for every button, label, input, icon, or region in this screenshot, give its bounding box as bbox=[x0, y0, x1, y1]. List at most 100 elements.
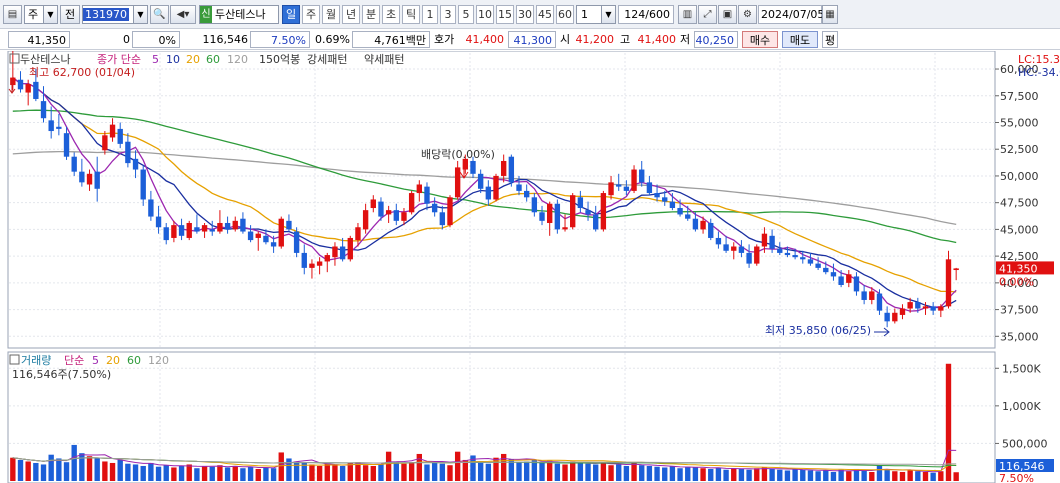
candle-body[interactable] bbox=[616, 184, 622, 187]
volume-bar[interactable] bbox=[132, 464, 139, 481]
volume-bar[interactable] bbox=[48, 454, 54, 481]
candle-body[interactable] bbox=[178, 225, 185, 236]
candle-body[interactable] bbox=[201, 225, 208, 232]
volume-bar[interactable] bbox=[117, 459, 123, 481]
minute-30[interactable]: 30 bbox=[516, 5, 534, 24]
candle-body[interactable] bbox=[454, 167, 461, 198]
volume-bar[interactable] bbox=[846, 471, 852, 481]
volume-bar[interactable] bbox=[715, 467, 722, 481]
candle-body[interactable] bbox=[362, 210, 369, 230]
chevron-down-icon[interactable]: ▼ bbox=[133, 6, 147, 23]
volume-bar[interactable] bbox=[94, 458, 100, 481]
volume-bar[interactable] bbox=[309, 464, 315, 481]
period-dropdown[interactable]: 주 ▼ bbox=[24, 5, 58, 24]
candle-body[interactable] bbox=[171, 225, 177, 238]
speaker-icon[interactable]: ◀▾ bbox=[170, 5, 196, 24]
candle-body[interactable] bbox=[424, 186, 430, 204]
volume-bar[interactable] bbox=[378, 464, 384, 481]
volume-bar[interactable] bbox=[953, 472, 959, 481]
interval-day[interactable]: 일 bbox=[282, 5, 300, 24]
volume-bar[interactable] bbox=[823, 470, 829, 481]
candle-body[interactable] bbox=[324, 255, 330, 262]
candle-body[interactable] bbox=[439, 212, 446, 226]
candle-body[interactable] bbox=[316, 261, 323, 266]
candle-body[interactable] bbox=[945, 259, 952, 307]
candle-body[interactable] bbox=[807, 259, 814, 264]
volume-bar[interactable] bbox=[71, 444, 77, 481]
unit-dropdown[interactable]: 1 ▼ bbox=[576, 5, 616, 24]
volume-bar[interactable] bbox=[708, 468, 714, 481]
legend-bear-pattern[interactable]: 약세패턴 bbox=[364, 52, 404, 66]
candle-body[interactable] bbox=[623, 186, 630, 191]
volume-bar[interactable] bbox=[899, 471, 906, 481]
volume-bar[interactable] bbox=[63, 462, 70, 481]
candle-body[interactable] bbox=[554, 203, 561, 230]
volume-bar[interactable] bbox=[523, 461, 530, 481]
candle-body[interactable] bbox=[209, 229, 215, 232]
candle-body[interactable] bbox=[40, 101, 47, 119]
volume-bar[interactable] bbox=[447, 465, 453, 481]
volume-bar[interactable] bbox=[654, 466, 660, 481]
volume-bar[interactable] bbox=[585, 463, 591, 481]
candle-type-icon[interactable]: ▥ bbox=[678, 5, 697, 24]
ma-legend-5[interactable]: 5 bbox=[152, 53, 159, 66]
candle-body[interactable] bbox=[493, 175, 499, 200]
candle-body[interactable] bbox=[485, 186, 492, 200]
candle-body[interactable] bbox=[662, 197, 668, 202]
candle-body[interactable] bbox=[953, 268, 959, 271]
candle-body[interactable] bbox=[692, 218, 699, 230]
candle-body[interactable] bbox=[800, 257, 806, 260]
candle-body[interactable] bbox=[370, 199, 376, 209]
candle-body[interactable] bbox=[731, 246, 737, 251]
volume-bar[interactable] bbox=[140, 465, 146, 481]
candle-body[interactable] bbox=[332, 246, 338, 258]
volume-bar[interactable] bbox=[148, 462, 154, 481]
candle-body[interactable] bbox=[915, 302, 921, 309]
volume-bar[interactable] bbox=[723, 469, 729, 481]
candle-body[interactable] bbox=[309, 263, 315, 268]
volume-bar[interactable] bbox=[263, 467, 269, 481]
ma-legend-120[interactable]: 120 bbox=[227, 53, 248, 66]
volume-bar[interactable] bbox=[194, 468, 200, 481]
candle-body[interactable] bbox=[477, 173, 484, 189]
candle-body[interactable] bbox=[217, 222, 223, 232]
volume-bar[interactable] bbox=[754, 468, 760, 481]
sell-button[interactable]: 매도 bbox=[782, 31, 818, 48]
candle-body[interactable] bbox=[723, 244, 729, 251]
volume-bar[interactable] bbox=[347, 462, 353, 481]
volume-bar[interactable] bbox=[393, 461, 399, 481]
volume-bar[interactable] bbox=[324, 463, 330, 481]
volume-bar[interactable] bbox=[339, 465, 346, 481]
volume-bar[interactable] bbox=[869, 471, 875, 481]
candle-body[interactable] bbox=[25, 84, 31, 93]
volume-ma-120[interactable]: 120 bbox=[148, 354, 169, 367]
volume-bar[interactable] bbox=[40, 464, 47, 481]
candle-body[interactable] bbox=[784, 252, 791, 256]
volume-bar[interactable] bbox=[700, 468, 706, 481]
candle-body[interactable] bbox=[761, 233, 768, 247]
volume-bar[interactable] bbox=[408, 462, 415, 481]
volume-bar[interactable] bbox=[807, 470, 814, 481]
volume-bar[interactable] bbox=[577, 462, 584, 481]
candle-body[interactable] bbox=[408, 193, 415, 213]
volume-bar[interactable] bbox=[125, 463, 131, 481]
candle-body[interactable] bbox=[94, 171, 100, 189]
ma-legend-20[interactable]: 20 bbox=[186, 53, 200, 66]
minute-45[interactable]: 45 bbox=[536, 5, 554, 24]
candle-body[interactable] bbox=[293, 231, 300, 253]
volume-bar[interactable] bbox=[861, 470, 867, 481]
candle-body[interactable] bbox=[646, 182, 653, 194]
candle-body[interactable] bbox=[163, 227, 169, 241]
candle-body[interactable] bbox=[754, 246, 760, 264]
legend-bull-pattern[interactable]: 강세패턴 bbox=[307, 53, 347, 66]
prev-button[interactable]: 전 bbox=[60, 5, 80, 24]
interval-year[interactable]: 년 bbox=[342, 5, 360, 24]
count-display[interactable]: 124/600 bbox=[618, 5, 674, 24]
volume-bar[interactable] bbox=[662, 467, 668, 481]
volume-bar[interactable] bbox=[209, 466, 215, 481]
candle-body[interactable] bbox=[600, 193, 607, 230]
candle-body[interactable] bbox=[593, 214, 599, 230]
volume-bar[interactable] bbox=[876, 465, 883, 481]
volume-bar[interactable] bbox=[385, 451, 392, 481]
volume-bar[interactable] bbox=[186, 464, 192, 481]
